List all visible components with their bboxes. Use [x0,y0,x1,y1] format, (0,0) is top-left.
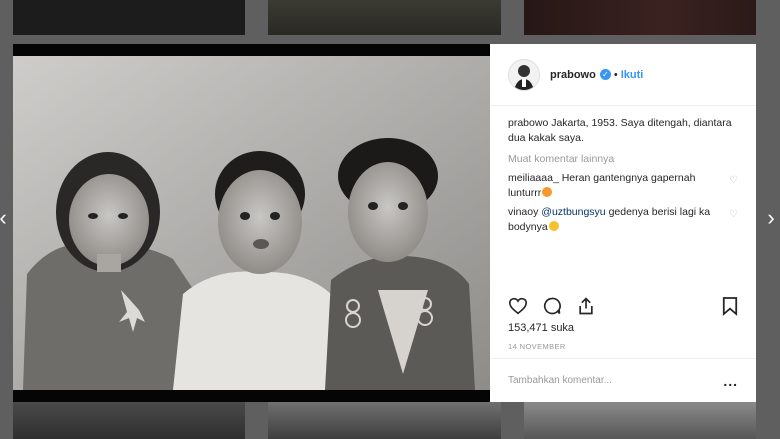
next-post-arrow[interactable]: › [764,206,778,230]
load-more-comments[interactable]: Muat komentar lainnya [508,152,738,167]
like-count[interactable]: 153,471 suka [508,322,574,334]
thumbnail-bottom-3[interactable] [524,402,756,439]
previous-post-arrow[interactable]: ‹ [0,206,10,230]
thumbnail-top-1[interactable] [13,0,245,35]
caption-username[interactable]: prabowo [508,117,548,129]
post-timestamp[interactable]: 14 NOVEMBER [508,342,566,351]
post-photo[interactable] [13,44,490,402]
thumbnail-bottom-1[interactable] [13,402,245,439]
comment-mention[interactable]: @uztbungsyu [541,206,605,218]
post-modal: prabowo ✓ • Ikuti prabowo Jakarta, 1953.… [13,44,756,402]
comment-item: meiliaaaa_ Heran gantengnya gapernah lun… [508,171,738,201]
add-comment-bar: ... [490,358,756,402]
comment-icon[interactable] [542,296,562,316]
bookmark-icon[interactable] [722,296,738,316]
avatar[interactable] [508,58,540,91]
thumbnail-top-3[interactable] [524,0,756,35]
vintage-children-photo [13,44,490,402]
thumbnail-top-2[interactable] [268,0,501,35]
comment-username[interactable]: vinaoy [508,206,538,218]
comment-input[interactable] [508,375,724,386]
comment-like-heart-icon[interactable]: ♡ [729,173,738,188]
post-sidebar: prabowo ✓ • Ikuti prabowo Jakarta, 1953.… [490,44,756,402]
more-options-button[interactable]: ... [723,373,738,389]
comment-like-heart-icon[interactable]: ♡ [729,207,738,222]
post-caption: prabowo Jakarta, 1953. Saya ditengah, di… [508,116,738,146]
comment-username[interactable]: meiliaaaa_ [508,172,559,184]
separator-dot: • [613,68,618,81]
verified-icon: ✓ [599,69,611,80]
post-header: prabowo ✓ • Ikuti [490,44,756,106]
post-actions [508,296,738,316]
heart-icon[interactable] [508,297,528,315]
follow-button[interactable]: Ikuti [621,69,644,81]
comments-section: prabowo Jakarta, 1953. Saya ditengah, di… [490,106,756,235]
thumbnail-bottom-2[interactable] [268,402,501,439]
comment-item: vinaoy @uztbungsyu gedenya berisi lagi k… [508,205,738,235]
heart-eyes-emoji-icon [548,221,559,231]
cat-emoji-icon [542,187,553,197]
username-link[interactable]: prabowo [550,69,596,81]
comment-text: gedenya berisi lagi ka bodynya [508,206,711,233]
share-icon[interactable] [576,296,596,316]
